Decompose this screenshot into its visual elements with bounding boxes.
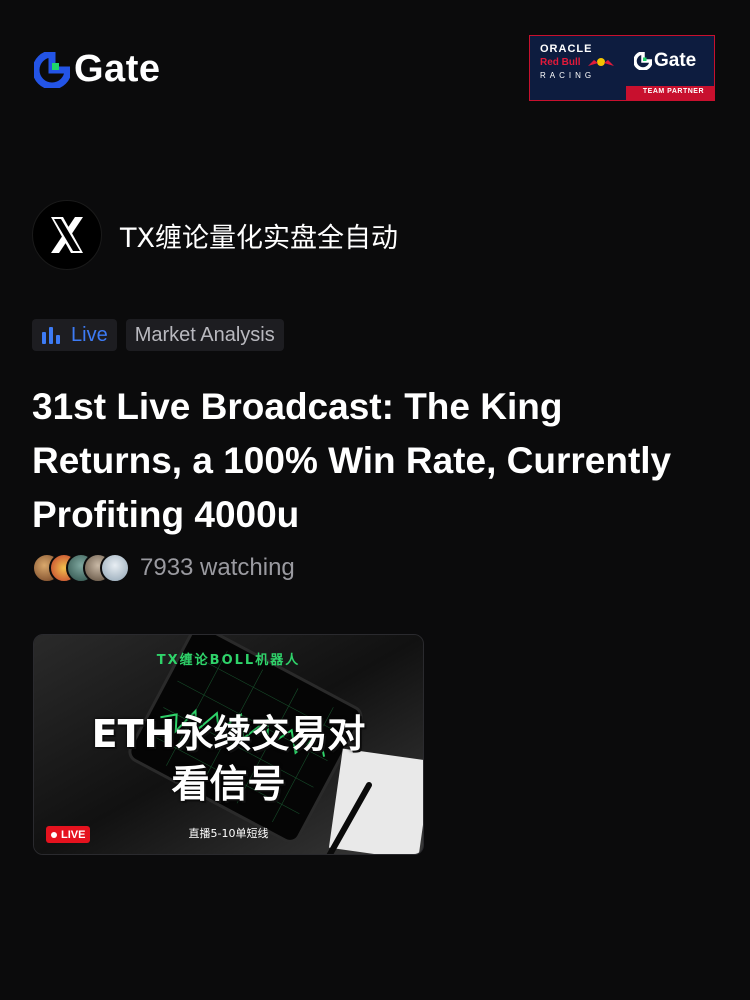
brand-name: Gate [74,48,161,90]
channel-avatar[interactable] [32,200,102,270]
partner-oracle-text: ORACLE [540,43,593,55]
live-tag[interactable]: Live [32,319,117,351]
gate-logo-icon [634,52,652,70]
thumbnail-subheadline: 看信号 [171,762,286,806]
x-logo-icon [51,217,83,253]
thumbnail-caption: 直播5-10单短线 [188,827,269,840]
partner-banner[interactable]: ORACLE Red Bull RACING Gate TEAM PARTNER [529,35,715,101]
stream-thumbnail[interactable]: TX缠论BOLL机器人 ETH永续交易对 看信号 LIVE 直播5-10单短线 [33,634,424,855]
thumbnail-headline: ETH永续交易对 [91,712,366,756]
watching-count: 7933 watching [140,554,295,581]
avatar [100,553,130,583]
partner-brand-name: Gate [654,50,697,71]
category-tag-label: Market Analysis [134,323,275,346]
channel-info[interactable]: TX缠论量化实盘全自动 [32,200,398,270]
partner-strip-text: TEAM PARTNER [642,88,704,95]
partner-gate-logo: Gate [634,50,696,72]
category-tag[interactable]: Market Analysis [125,319,284,351]
gate-logo[interactable]: Gate [34,48,160,91]
live-bars-icon [42,327,60,344]
partner-redbull-text: Red Bull [540,57,581,68]
partner-strip: TEAM PARTNER [626,86,714,100]
channel-name[interactable]: TX缠论量化实盘全自动 [120,216,398,255]
stream-title: 31st Live Broadcast: The King Returns, a… [32,386,672,535]
partner-racing-text: RACING [540,71,596,80]
gate-logo-icon [34,51,70,88]
redbull-logo-icon [588,58,614,66]
thumbnail-top-text: TX缠论BOLL机器人 [156,653,301,668]
viewer-avatars [32,553,130,583]
tag-list: Live Market Analysis [32,319,284,351]
viewer-count: 7933 watching [32,553,295,583]
live-tag-label: Live [71,323,108,346]
